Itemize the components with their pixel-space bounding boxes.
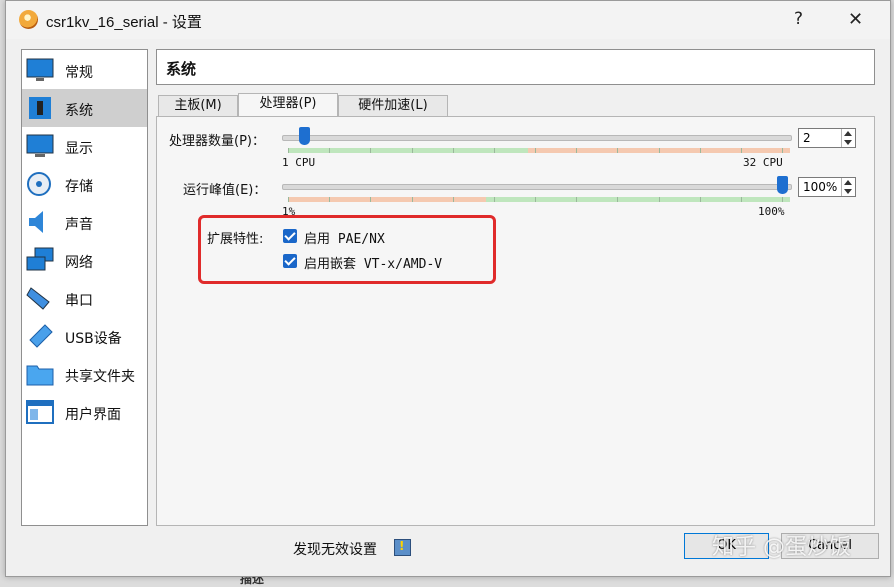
help-button[interactable]: ? bbox=[794, 9, 803, 29]
processor-panel bbox=[156, 116, 875, 526]
sidebar-item-label: 常规 bbox=[65, 65, 93, 81]
slider-tick bbox=[658, 197, 660, 202]
sidebar-item-general[interactable]: 常规 bbox=[22, 51, 147, 89]
execution-cap-slider-handle[interactable] bbox=[777, 176, 788, 194]
execution-cap-max-label: 100% bbox=[758, 205, 785, 218]
sidebar-item-label: 显示 bbox=[65, 141, 93, 157]
invalid-settings-text: 发现无效设置 bbox=[293, 542, 377, 558]
processor-count-spin-buttons[interactable] bbox=[841, 129, 855, 147]
sidebar-item-label: 存储 bbox=[65, 179, 93, 195]
page-title: 系统 bbox=[166, 60, 197, 78]
sidebar-item-usb[interactable]: USB设备 bbox=[22, 317, 147, 355]
virtualbox-app-icon bbox=[19, 10, 38, 29]
shared-folder-icon bbox=[26, 365, 54, 386]
slider-tick bbox=[617, 197, 619, 202]
slider-tick bbox=[535, 197, 536, 202]
general-icon bbox=[26, 58, 54, 81]
slider-tick bbox=[370, 197, 372, 202]
processor-count-green-zone bbox=[288, 148, 528, 153]
processor-count-min-label: 1 CPU bbox=[282, 156, 316, 169]
sidebar-item-label: 串口 bbox=[65, 293, 93, 309]
sidebar-item-label: 网络 bbox=[65, 255, 93, 271]
slider-tick bbox=[576, 148, 578, 153]
execution-cap-orange-zone bbox=[288, 197, 486, 202]
sidebar-item-label: 声音 bbox=[65, 217, 93, 233]
execution-cap-value: 100% bbox=[803, 180, 838, 194]
display-icon bbox=[26, 134, 54, 157]
slider-tick bbox=[782, 197, 783, 202]
processor-count-slider-handle[interactable] bbox=[298, 127, 310, 145]
slider-tick bbox=[740, 148, 742, 153]
slider-tick bbox=[411, 148, 413, 153]
sidebar-item-network[interactable]: 网络 bbox=[22, 241, 147, 279]
page-header: 系统 bbox=[156, 49, 875, 85]
processor-count-slider[interactable] bbox=[282, 135, 792, 141]
processor-count-max-label: 32 CPU bbox=[743, 156, 783, 169]
sidebar-item-storage[interactable]: 存储 bbox=[22, 165, 147, 203]
settings-window: csr1kv_16_serial - 设置 ? ✕ 常规 系统 显示 存储 声音… bbox=[5, 0, 891, 577]
slider-tick bbox=[699, 148, 701, 153]
execution-cap-slider[interactable] bbox=[282, 184, 792, 190]
window-title: csr1kv_16_serial - 设置 bbox=[46, 14, 202, 31]
sidebar-item-label: 用户界面 bbox=[65, 407, 121, 423]
slider-tick bbox=[493, 197, 495, 202]
close-button[interactable]: ✕ bbox=[848, 9, 863, 30]
processor-count-spinbox[interactable]: 2 bbox=[798, 128, 856, 148]
audio-icon bbox=[29, 211, 43, 233]
slider-tick bbox=[535, 148, 536, 153]
slider-tick bbox=[329, 197, 331, 202]
spin-up-icon[interactable] bbox=[844, 180, 852, 185]
slider-tick bbox=[452, 197, 454, 202]
highlight-annotation-box bbox=[198, 215, 496, 284]
slider-tick bbox=[329, 148, 331, 153]
execution-cap-spin-buttons[interactable] bbox=[841, 178, 855, 196]
sidebar-item-label: 系统 bbox=[65, 103, 93, 119]
usb-icon bbox=[29, 324, 53, 348]
system-icon bbox=[29, 97, 51, 119]
slider-tick bbox=[576, 197, 578, 202]
slider-tick bbox=[782, 148, 783, 153]
slider-tick bbox=[699, 197, 701, 202]
slider-tick bbox=[370, 148, 372, 153]
title-bar: csr1kv_16_serial - 设置 ? ✕ bbox=[6, 1, 890, 39]
execution-cap-green-zone bbox=[486, 197, 790, 202]
tab-processor[interactable]: 处理器(P) bbox=[238, 93, 338, 117]
network-icon bbox=[26, 247, 54, 271]
slider-tick bbox=[411, 197, 413, 202]
storage-icon bbox=[27, 172, 51, 196]
sidebar-item-audio[interactable]: 声音 bbox=[22, 203, 147, 241]
slider-tick bbox=[493, 148, 495, 153]
slider-tick bbox=[452, 148, 454, 153]
tab-acceleration[interactable]: 硬件加速(L) bbox=[338, 95, 448, 117]
sidebar-item-label: USB设备 bbox=[65, 331, 122, 347]
user-interface-icon bbox=[26, 400, 54, 424]
sidebar-item-label: 共享文件夹 bbox=[65, 369, 135, 385]
sidebar-item-user-interface[interactable]: 用户界面 bbox=[22, 393, 147, 431]
settings-sidebar: 常规 系统 显示 存储 声音 网络 串口 USB设备 共享文件夹 用户界面 bbox=[21, 49, 148, 526]
processor-count-value: 2 bbox=[803, 131, 811, 145]
slider-tick bbox=[617, 148, 619, 153]
slider-tick bbox=[288, 148, 289, 153]
sidebar-item-shared-folders[interactable]: 共享文件夹 bbox=[22, 355, 147, 393]
warning-icon[interactable] bbox=[394, 539, 411, 556]
slider-tick bbox=[658, 148, 660, 153]
spin-down-icon[interactable] bbox=[844, 189, 852, 194]
processor-count-label: 处理器数量(P)： bbox=[169, 134, 265, 149]
tab-motherboard[interactable]: 主板(M) bbox=[158, 95, 238, 117]
spin-up-icon[interactable] bbox=[844, 131, 852, 136]
execution-cap-label: 运行峰值(E)： bbox=[183, 183, 267, 198]
slider-tick bbox=[288, 197, 289, 202]
sidebar-item-display[interactable]: 显示 bbox=[22, 127, 147, 165]
serial-port-icon bbox=[26, 287, 50, 310]
spin-down-icon[interactable] bbox=[844, 140, 852, 145]
slider-tick bbox=[740, 197, 742, 202]
sidebar-item-serial-port[interactable]: 串口 bbox=[22, 279, 147, 317]
watermark: 知乎 @蛋炒饭 bbox=[712, 535, 851, 560]
sidebar-item-system[interactable]: 系统 bbox=[22, 89, 147, 127]
execution-cap-spinbox[interactable]: 100% bbox=[798, 177, 856, 197]
